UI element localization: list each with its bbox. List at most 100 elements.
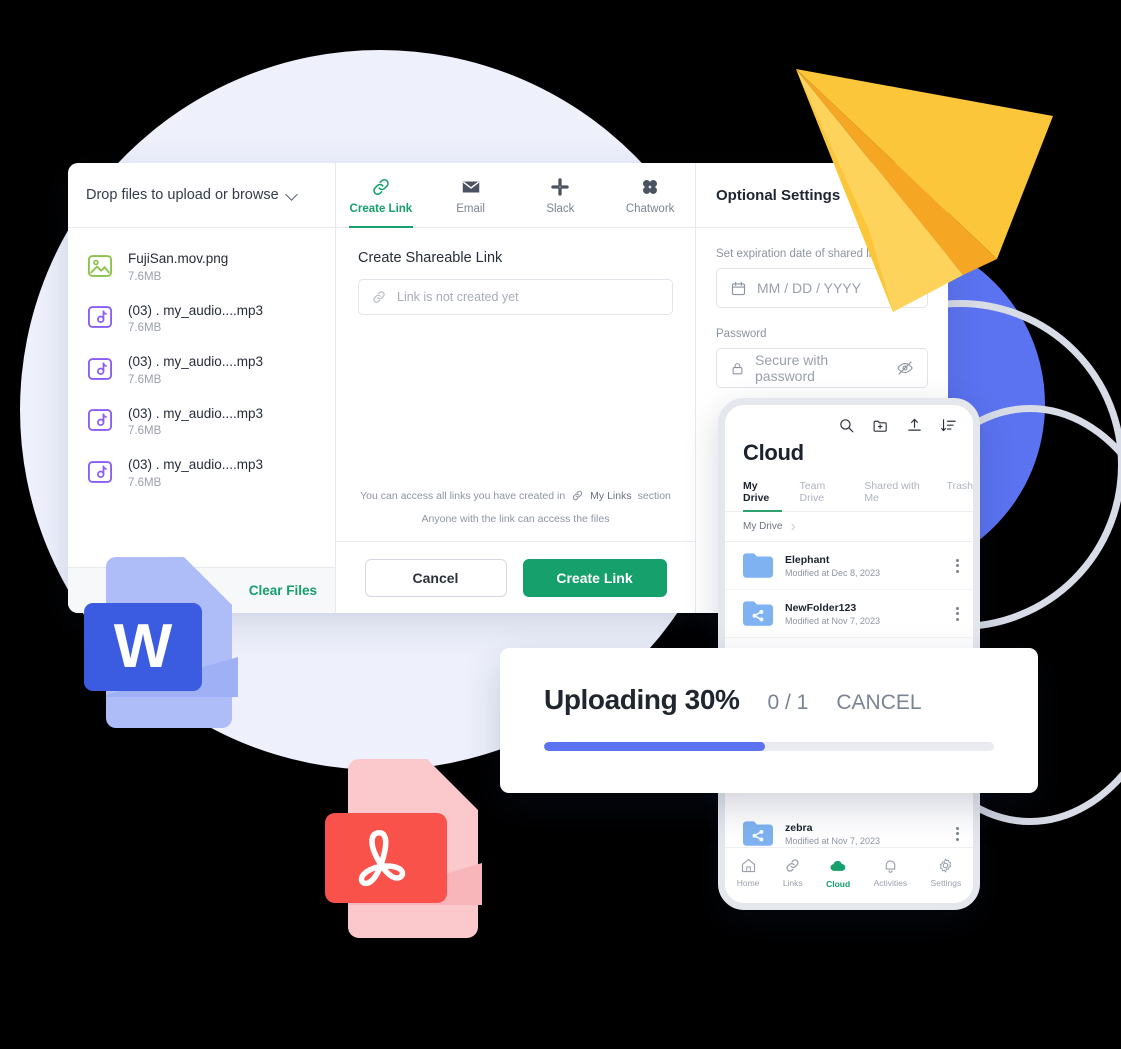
file-list: FujiSan.mov.png 7.6MB (03) . my_audio...… [68,228,335,567]
file-size: 7.6MB [128,373,162,386]
shared-folder-icon [743,601,773,626]
bell-icon [885,860,896,873]
pdf-document-icon [325,759,482,938]
tab-my-drive[interactable]: My Drive [743,480,782,512]
password-placeholder: Secure with password [755,352,829,384]
nav-item-settings[interactable]: Settings [931,857,961,888]
image-file-icon [87,254,113,277]
file-name: (03) . my_audio....mp3 [128,405,264,421]
file-name: FujiSan.mov.png [128,251,229,266]
word-letter: W [114,612,173,681]
paper-plane-icon [796,69,1053,312]
slack-icon [551,177,570,196]
upload-progress-fill [544,742,765,751]
file-name: (03) . my_audio....mp3 [128,302,264,318]
tab-chatwork[interactable]: Chatwork [605,163,695,227]
breadcrumb-item[interactable]: My Drive [743,521,782,532]
calendar-icon [731,281,746,295]
row-menu-button[interactable] [956,606,959,621]
mobile-app-title: Cloud [743,440,804,465]
row-name: Elephant [785,553,830,566]
audio-file-icon [87,461,113,483]
nav-item-links[interactable]: Links [783,857,803,888]
share-tab-bar: Create Link Email Slack Chatwork [336,163,695,228]
list-item[interactable]: (03) . my_audio....mp3 7.6MB [68,395,335,447]
upload-icon[interactable] [906,417,923,434]
file-name: (03) . my_audio....mp3 [128,354,264,370]
tab-shared-with-me[interactable]: Shared with Me [864,480,928,511]
nav-label: Links [782,878,803,888]
home-icon [741,858,755,873]
nav-item-home[interactable]: Home [736,857,760,888]
audio-file-icon [87,358,113,380]
list-item[interactable]: (03) . my_audio....mp3 7.6MB [68,446,335,498]
mobile-tab-bar: My Drive Team Drive Shared with Me Trash [725,466,973,512]
sort-icon[interactable] [940,417,957,434]
envelope-icon [462,180,479,192]
file-size: 7.6MB [128,476,162,489]
upload-title: Uploading 30% [544,684,740,715]
create-link-button[interactable]: Create Link [522,558,667,597]
row-menu-button[interactable] [956,558,959,573]
my-links-note-suffix: section [637,489,671,502]
nav-label: Cloud [826,878,851,889]
drop-files-header[interactable]: Drop files to upload or browse [68,163,335,228]
row-name: NewFolder123 [785,601,857,614]
upload-count: 0 / 1 [767,691,809,714]
file-size: 7.6MB [128,322,162,335]
nav-item-cloud[interactable]: Cloud [826,857,850,889]
tab-label: Create Link [349,202,413,215]
row-menu-button[interactable] [956,826,959,841]
mobile-bottom-nav: Home Links Cloud Activities Settings [725,847,973,903]
link-icon [373,178,389,195]
gear-icon [940,858,952,873]
cancel-button[interactable]: Cancel [364,558,507,597]
chevron-down-icon [287,190,298,201]
create-link-title: Create Shareable Link [358,250,503,266]
nav-label: Home [736,878,760,888]
row-modified: Modified at Nov 7, 2023 [785,615,881,626]
eye-off-icon[interactable] [896,359,914,377]
upload-cancel-button[interactable]: CANCEL [836,691,921,715]
drop-files-label: Drop files to upload or browse [86,187,279,203]
row-name: zebra [785,821,813,834]
file-size: 7.6MB [128,425,162,438]
tab-team-drive[interactable]: Team Drive [800,480,847,511]
chatwork-icon [643,179,658,194]
audio-file-icon [87,306,113,329]
table-row[interactable]: Elephant Modified at Dec 8, 2023 [725,542,973,590]
tab-label: Slack [546,202,575,215]
files-panel: Drop files to upload or browse FujiSan.m… [68,163,336,613]
tab-email[interactable]: Email [426,163,516,227]
cloud-icon [830,860,846,871]
file-name: (03) . my_audio....mp3 [128,457,264,473]
table-row[interactable]: NewFolder123 Modified at Nov 7, 2023 [725,590,973,638]
tab-create-link[interactable]: Create Link [336,163,426,228]
shareable-link-input[interactable]: Link is not created yet [358,279,673,315]
share-center-panel: Create Link Email Slack Chatwork Create … [336,163,696,613]
search-icon[interactable] [838,417,855,434]
create-link-notes: You can access all links you have create… [336,489,695,541]
screenshot-canvas: Drop files to upload or browse FujiSan.m… [0,0,1121,1049]
shareable-link-placeholder: Link is not created yet [397,290,519,304]
link-icon [573,490,583,501]
lock-icon [732,362,743,374]
list-item[interactable]: (03) . my_audio....mp3 7.6MB [68,343,335,395]
tab-label: Email [456,202,485,215]
tab-trash[interactable]: Trash [947,480,973,511]
my-links-link[interactable]: My Links [590,490,631,502]
new-folder-icon[interactable] [872,417,889,434]
tab-slack[interactable]: Slack [516,163,606,227]
password-input[interactable]: Secure with password [716,348,928,388]
access-note: Anyone with the link can access the file… [421,513,610,525]
upload-header: Uploading 30% 0 / 1 CANCEL [544,684,994,716]
word-document-icon: W [84,557,238,728]
nav-label: Activities [873,878,908,888]
mobile-toolbar [725,405,973,434]
link-icon [373,291,385,303]
list-item[interactable]: FujiSan.mov.png 7.6MB [68,240,335,292]
nav-item-activities[interactable]: Activities [873,857,908,888]
tab-label: Chatwork [625,202,675,215]
list-item[interactable]: (03) . my_audio....mp3 7.6MB [68,292,335,344]
file-size: 7.6MB [128,270,162,283]
